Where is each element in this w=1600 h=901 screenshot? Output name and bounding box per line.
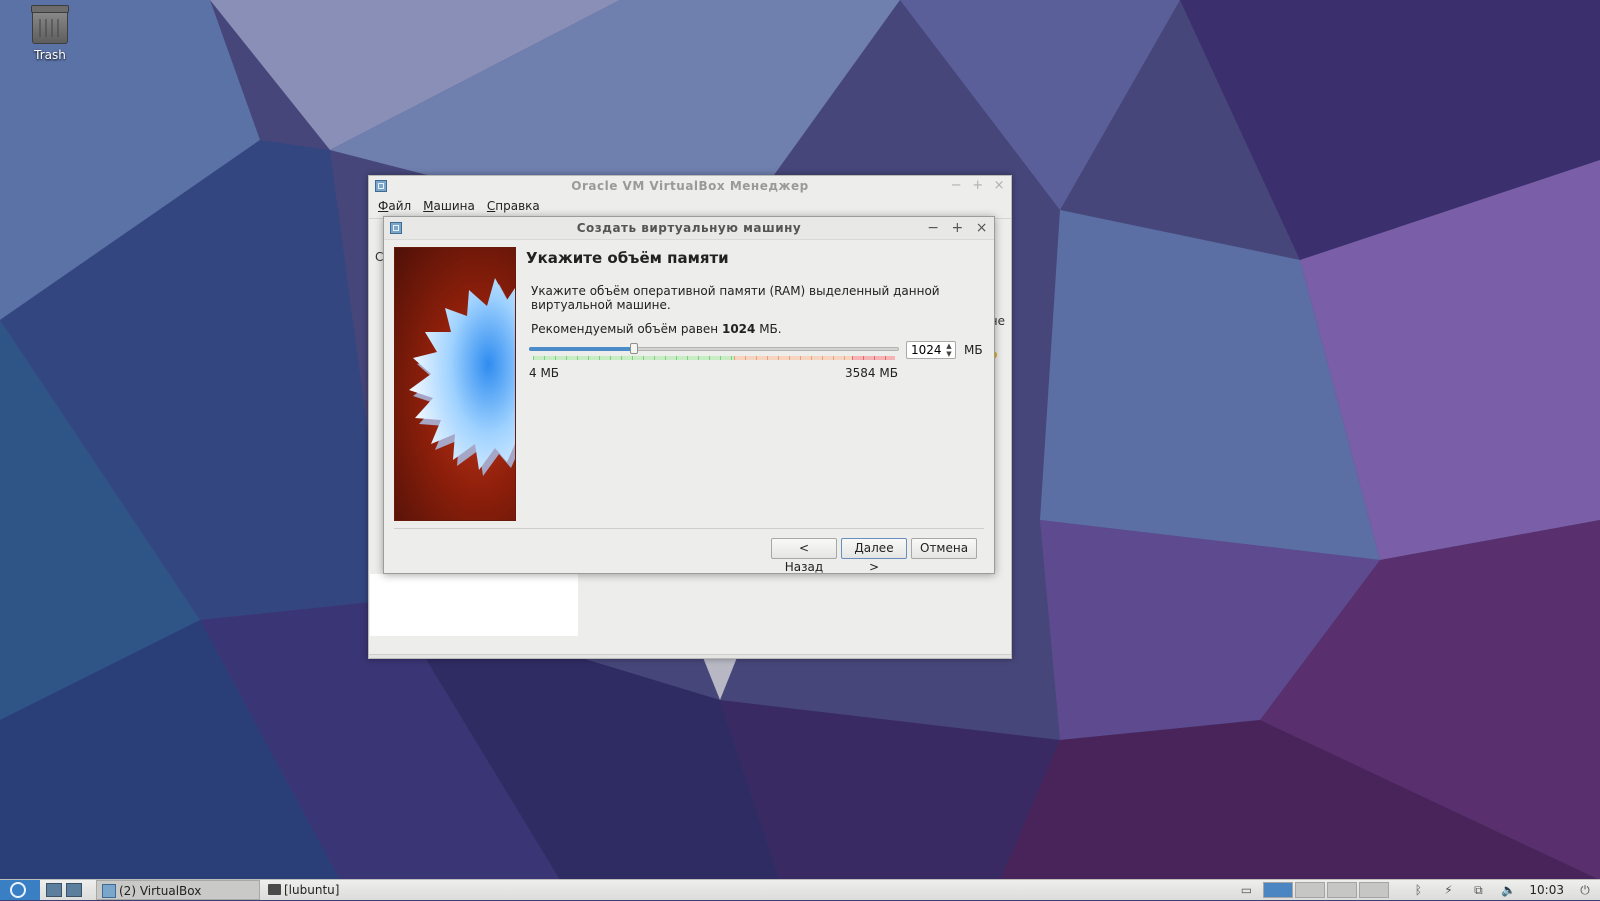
- memory-slider[interactable]: [529, 343, 899, 362]
- close-icon[interactable]: ×: [976, 217, 988, 239]
- desktop-1[interactable]: [1263, 882, 1294, 898]
- page-title: Укажите объём памяти: [526, 249, 729, 267]
- memory-spinbox[interactable]: ▲▼: [906, 341, 956, 359]
- window-icon[interactable]: ▭: [1239, 883, 1253, 897]
- next-button[interactable]: Далее >: [841, 538, 907, 574]
- clock[interactable]: 10:03: [1529, 880, 1564, 900]
- menu-machine[interactable]: Машина: [423, 199, 475, 213]
- memory-description: Укажите объём оперативной памяти (RAM) в…: [531, 284, 940, 312]
- trash-desktop-icon[interactable]: Trash: [22, 5, 78, 62]
- system-tray: ▭ ᛒ ⚡ ⧉ 🔈 10:03 ⏻: [1231, 880, 1600, 900]
- create-vm-wizard: Создать виртуальную машину − + × Укажите…: [383, 216, 995, 574]
- wizard-titlebar[interactable]: Создать виртуальную машину − + ×: [384, 217, 994, 240]
- virtualbox-app-icon: [390, 222, 402, 234]
- power-icon[interactable]: ⏻: [1578, 883, 1592, 897]
- wizard-title: Создать виртуальную машину: [576, 221, 802, 235]
- taskbar: (2) VirtualBox [lubuntu] ▭ ᛒ ⚡ ⧉ 🔈 10:03…: [0, 879, 1600, 900]
- virtualbox-app-icon: [375, 180, 387, 192]
- menu-file[interactable]: Файл: [378, 199, 411, 213]
- desktop-2[interactable]: [1295, 882, 1326, 898]
- spin-arrows-icon[interactable]: ▲ ▼: [944, 342, 954, 358]
- menu-help[interactable]: Справка: [487, 199, 540, 213]
- cancel-button[interactable]: Отмена: [911, 538, 977, 559]
- maximize-icon[interactable]: +: [952, 217, 964, 239]
- recommended-value: 1024: [721, 322, 756, 336]
- close-icon[interactable]: ×: [994, 176, 1005, 196]
- bluetooth-icon[interactable]: ᛒ: [1411, 883, 1425, 897]
- quick-launch: [46, 880, 90, 900]
- trash-icon: [31, 5, 69, 44]
- manager-menubar: Файл Машина Справка: [369, 196, 1011, 216]
- manager-title: Oracle VM VirtualBox Менеджер: [571, 179, 809, 193]
- start-menu-button[interactable]: [0, 880, 40, 900]
- maximize-icon[interactable]: +: [972, 176, 983, 196]
- memory-unit: МБ: [964, 343, 983, 357]
- minimize-icon[interactable]: −: [951, 176, 962, 196]
- memory-input[interactable]: [907, 342, 947, 358]
- show-desktop-icon[interactable]: [46, 883, 62, 897]
- power-manager-icon[interactable]: ⚡: [1441, 883, 1455, 897]
- manager-titlebar[interactable]: Oracle VM VirtualBox Менеджер − + ×: [369, 176, 1011, 196]
- desktop-pager[interactable]: [1261, 882, 1390, 898]
- minimize-icon[interactable]: −: [927, 217, 939, 239]
- back-button[interactable]: < Назад: [771, 538, 837, 574]
- memory-slider-handle[interactable]: [630, 343, 639, 354]
- slider-max-label: 3584 МБ: [845, 366, 898, 380]
- volume-icon[interactable]: 🔈: [1501, 883, 1516, 897]
- recommended-memory-text: Рекомендуемый объём равен 1024 МБ.: [531, 322, 782, 336]
- network-icon[interactable]: ⧉: [1471, 883, 1485, 897]
- lubuntu-logo-icon: [10, 882, 26, 898]
- vm-list-pane[interactable]: [370, 574, 578, 636]
- task-lubuntu[interactable]: [lubuntu]: [264, 880, 424, 900]
- task-virtualbox[interactable]: (2) VirtualBox: [96, 880, 260, 900]
- trash-label: Trash: [34, 48, 66, 62]
- memory-slider-ticks: [533, 356, 895, 360]
- desktop-4[interactable]: [1359, 882, 1390, 898]
- file-manager-icon[interactable]: [66, 883, 82, 897]
- wizard-star-image: [394, 247, 516, 521]
- desktop-3[interactable]: [1327, 882, 1358, 898]
- slider-min-label: 4 МБ: [529, 366, 560, 380]
